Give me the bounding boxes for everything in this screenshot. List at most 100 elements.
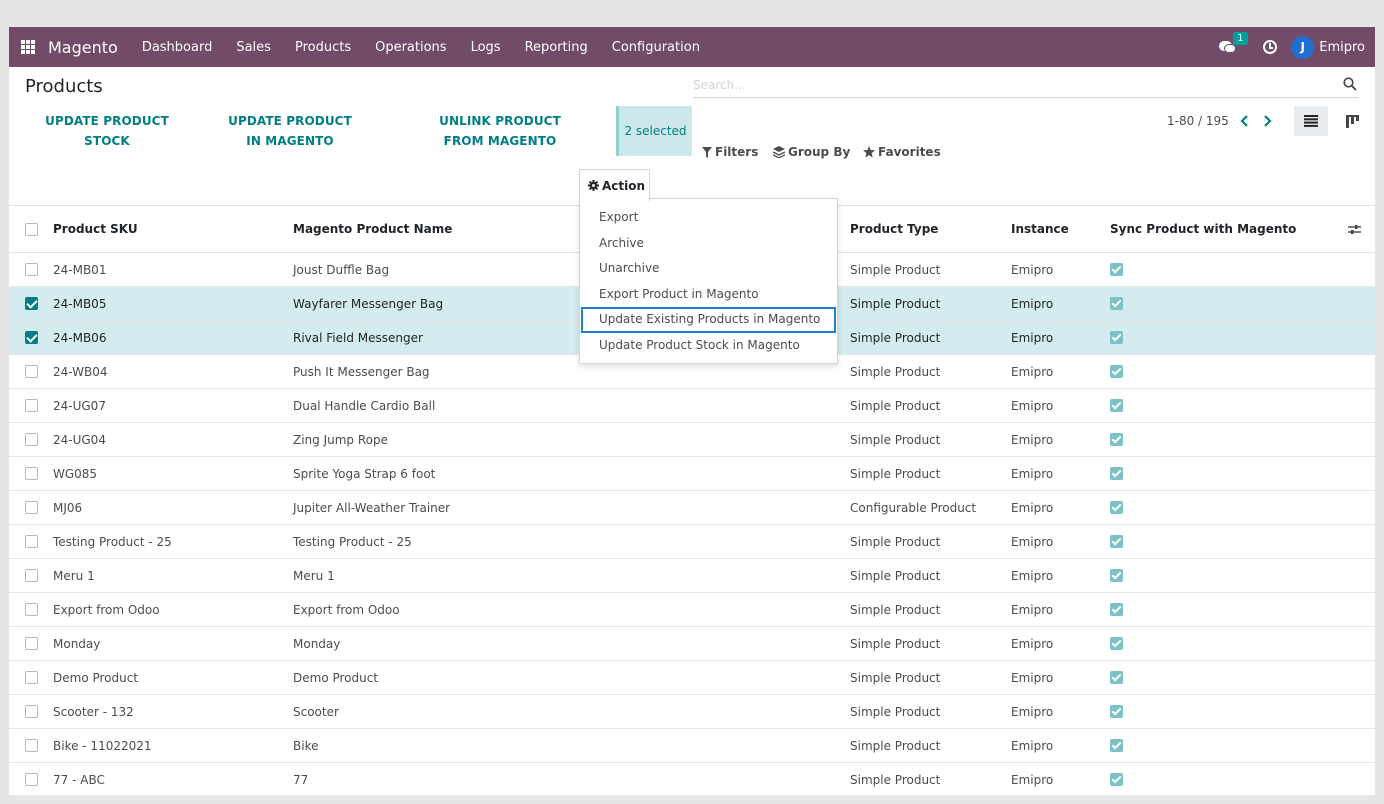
cell-magento-name: Rival Field Messenger — [293, 330, 423, 345]
select-all-checkbox[interactable] — [25, 222, 38, 236]
list-icon — [1304, 115, 1318, 127]
menu-dashboard[interactable]: Dashboard — [130, 40, 225, 55]
search-input[interactable] — [693, 74, 1333, 96]
row-checkbox[interactable] — [25, 535, 38, 548]
chevron-left-icon[interactable] — [1238, 114, 1252, 128]
sync-checkbox[interactable] — [1110, 365, 1123, 378]
row-checkbox[interactable] — [25, 637, 38, 650]
row-checkbox[interactable] — [25, 501, 38, 514]
group-by-toggle[interactable]: Group By — [773, 145, 850, 159]
user-name[interactable]: Emipro — [1319, 40, 1365, 55]
action-export[interactable]: Export — [580, 205, 837, 231]
table-row[interactable]: 24-UG04 Zing Jump Rope Simple Product Emipr… — [9, 423, 1375, 457]
cell-instance: Emipro — [1011, 466, 1054, 481]
row-checkbox[interactable] — [25, 433, 38, 446]
selected-count: 2 selected — [616, 106, 692, 156]
row-checkbox[interactable] — [25, 603, 38, 616]
row-checkbox[interactable] — [25, 467, 38, 480]
unlink-product-from-magento-button[interactable]: UNLINK PRODUCT FROM MAGENTO — [421, 111, 579, 151]
menu-reporting[interactable]: Reporting — [513, 40, 600, 55]
app-brand[interactable]: Magento — [48, 38, 118, 57]
table-row[interactable]: Export from Odoo Export from Odoo Simple P… — [9, 593, 1375, 627]
table-row[interactable]: 24-UG07 Dual Handle Cardio Ball Simple Pro… — [9, 389, 1375, 423]
update-product-stock-button[interactable]: UPDATE PRODUCT STOCK — [45, 111, 169, 151]
sync-checkbox[interactable] — [1110, 331, 1123, 344]
table-row[interactable]: Demo Product Demo Product Simple Product Em… — [9, 661, 1375, 695]
sync-checkbox[interactable] — [1110, 535, 1123, 548]
update-product-in-magento-button[interactable]: UPDATE PRODUCT IN MAGENTO — [219, 111, 361, 151]
favorites-toggle[interactable]: Favorites — [863, 145, 941, 159]
sync-checkbox[interactable] — [1110, 739, 1123, 752]
table-row[interactable]: Testing Product - 25 Testing Product - 25… — [9, 525, 1375, 559]
sync-checkbox[interactable] — [1110, 671, 1123, 684]
sync-checkbox[interactable] — [1110, 263, 1123, 276]
header-sync-product[interactable]: Sync Product with Magento — [1110, 206, 1296, 252]
row-checkbox[interactable] — [25, 331, 38, 344]
cell-product-type: Simple Product — [850, 534, 941, 549]
menu-operations[interactable]: Operations — [363, 40, 458, 55]
cell-sku: 24-UG07 — [53, 398, 106, 413]
table-row[interactable]: Meru 1 Meru 1 Simple Product Emipro — [9, 559, 1375, 593]
header-product-sku[interactable]: Product SKU — [53, 206, 138, 252]
header-instance[interactable]: Instance — [1011, 206, 1069, 252]
cell-magento-name: Joust Duffle Bag — [293, 262, 390, 277]
chevron-right-icon[interactable] — [1260, 114, 1274, 128]
search-icon[interactable] — [1343, 77, 1357, 91]
avatar[interactable]: J — [1291, 35, 1315, 59]
sync-checkbox[interactable] — [1110, 705, 1123, 718]
sync-checkbox[interactable] — [1110, 297, 1123, 310]
table-row[interactable]: MJ06 Jupiter All-Weather Trainer Configura… — [9, 491, 1375, 525]
header-magento-product-name[interactable]: Magento Product Name — [293, 206, 452, 252]
sync-checkbox[interactable] — [1110, 637, 1123, 650]
menu-configuration[interactable]: Configuration — [600, 40, 712, 55]
row-checkbox[interactable] — [25, 399, 38, 412]
kanban-view-button[interactable] — [1335, 106, 1369, 136]
sync-checkbox[interactable] — [1110, 467, 1123, 480]
table-row[interactable]: Scooter - 132 Scooter Simple Product Emipro — [9, 695, 1375, 729]
action-dropdown-toggle[interactable]: Action — [579, 169, 650, 201]
row-checkbox[interactable] — [25, 569, 38, 582]
action-update-product-stock-in-magento[interactable]: Update Product Stock in Magento — [580, 333, 837, 359]
row-checkbox[interactable] — [25, 705, 38, 718]
sync-checkbox[interactable] — [1110, 399, 1123, 412]
table-row[interactable]: 77 - ABC 77 Simple Product Emipro — [9, 763, 1375, 795]
table-row[interactable]: WG085 Sprite Yoga Strap 6 foot Simple Prod… — [9, 457, 1375, 491]
menu-sales[interactable]: Sales — [224, 40, 283, 55]
cell-magento-name: 77 — [293, 772, 309, 787]
sync-checkbox[interactable] — [1110, 773, 1123, 786]
header-product-type[interactable]: Product Type — [850, 206, 938, 252]
filters-toggle[interactable]: Filters — [702, 145, 758, 159]
chat-icon[interactable]: 1 — [1219, 32, 1248, 54]
pager-value[interactable]: 1-80 / 195 — [1167, 114, 1229, 128]
sync-checkbox[interactable] — [1110, 433, 1123, 446]
action-export-product-in-magento[interactable]: Export Product in Magento — [580, 282, 837, 308]
layers-icon — [773, 146, 785, 158]
action-unarchive[interactable]: Unarchive — [580, 256, 837, 282]
cell-sku: Meru 1 — [53, 568, 95, 583]
table-row[interactable]: Monday Monday Simple Product Emipro — [9, 627, 1375, 661]
action-archive[interactable]: Archive — [580, 231, 837, 257]
cell-instance: Emipro — [1011, 636, 1054, 651]
cell-instance: Emipro — [1011, 262, 1054, 277]
row-checkbox[interactable] — [25, 297, 38, 310]
optional-columns-icon[interactable] — [1348, 224, 1361, 235]
row-checkbox[interactable] — [25, 263, 38, 276]
table-row[interactable]: Bike - 11022021 Bike Simple Product Emipro — [9, 729, 1375, 763]
page-title: Products — [25, 76, 103, 97]
row-checkbox[interactable] — [25, 739, 38, 752]
menu-products[interactable]: Products — [283, 40, 363, 55]
action-update-existing-products-in-magento[interactable]: Update Existing Products in Magento — [581, 307, 836, 333]
cell-magento-name: Bike — [293, 738, 319, 753]
row-checkbox[interactable] — [25, 671, 38, 684]
sync-checkbox[interactable] — [1110, 603, 1123, 616]
menu-logs[interactable]: Logs — [459, 40, 513, 55]
sync-checkbox[interactable] — [1110, 569, 1123, 582]
row-checkbox[interactable] — [25, 365, 38, 378]
row-checkbox[interactable] — [25, 773, 38, 786]
sync-checkbox[interactable] — [1110, 501, 1123, 514]
activity-clock-icon[interactable] — [1263, 40, 1278, 54]
apps-grid-icon[interactable] — [21, 40, 35, 54]
list-view-button[interactable] — [1294, 106, 1328, 136]
cell-sku: Export from Odoo — [53, 602, 160, 617]
search-bar — [693, 74, 1359, 98]
